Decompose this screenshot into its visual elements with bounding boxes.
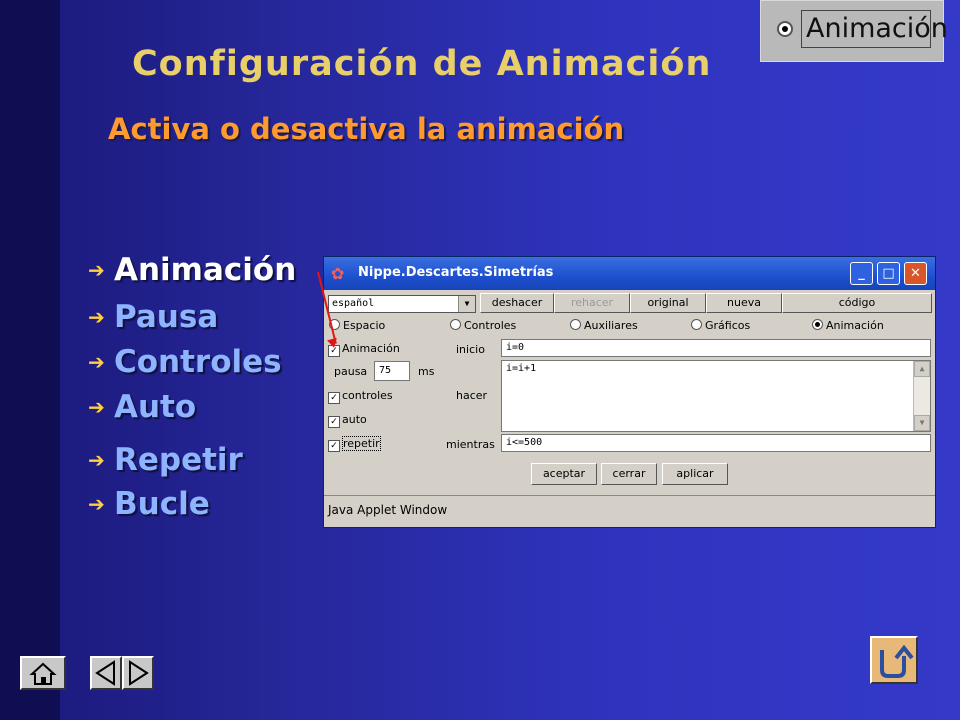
slide-subtitle: Activa o desactiva la animación bbox=[108, 112, 625, 146]
arrow-icon: ➔ bbox=[88, 258, 105, 282]
deshacer-button[interactable]: deshacer bbox=[480, 293, 554, 313]
menu-item-bucle[interactable]: ➔ Bucle bbox=[88, 486, 210, 522]
menu-item-auto[interactable]: ➔ Auto bbox=[88, 389, 196, 425]
window-titlebar[interactable]: ✿ Nippe.Descartes.Simetrías _ □ ✕ bbox=[324, 257, 935, 290]
aceptar-button[interactable]: aceptar bbox=[531, 463, 597, 485]
menu-item-label: Bucle bbox=[114, 486, 210, 522]
tab-graficos[interactable]: Gráficos bbox=[691, 319, 750, 332]
nueva-button[interactable]: nueva bbox=[706, 293, 782, 313]
scroll-down-icon[interactable]: ▼ bbox=[914, 415, 930, 431]
menu-item-label: Controles bbox=[114, 344, 282, 380]
check-icon: ✓ bbox=[328, 392, 340, 404]
minimize-button[interactable]: _ bbox=[850, 262, 873, 285]
prev-button[interactable] bbox=[90, 656, 122, 690]
window-title: Nippe.Descartes.Simetrías bbox=[358, 265, 554, 280]
corner-badge: Animación bbox=[760, 0, 948, 62]
arrow-icon: ➔ bbox=[88, 448, 105, 472]
pausa-label: pausa bbox=[334, 365, 368, 378]
check-icon: ✓ bbox=[328, 416, 340, 428]
rehacer-button[interactable]: rehacer bbox=[554, 293, 630, 313]
menu-item-repetir[interactable]: ➔ Repetir bbox=[88, 442, 243, 478]
tab-label: Animación bbox=[826, 319, 884, 332]
tab-auxiliares[interactable]: Auxiliares bbox=[570, 319, 638, 332]
tab-label: Espacio bbox=[343, 319, 386, 332]
arrow-icon: ➔ bbox=[88, 305, 105, 329]
mientras-input[interactable]: i<=500 bbox=[501, 434, 931, 452]
menu-item-label: Repetir bbox=[114, 442, 243, 478]
radio-icon bbox=[777, 21, 793, 37]
home-button[interactable] bbox=[20, 656, 66, 690]
slide-title: Configuración de Animación bbox=[132, 44, 712, 84]
original-button[interactable]: original bbox=[630, 293, 706, 313]
inicio-input[interactable]: i=0 bbox=[501, 339, 931, 357]
arrow-icon: ➔ bbox=[88, 395, 105, 419]
triangle-left-icon bbox=[95, 660, 115, 686]
menu-item-label: Pausa bbox=[114, 299, 219, 335]
hacer-textarea[interactable]: i=i+1 ▲ ▼ bbox=[501, 360, 931, 432]
menu-item-label: Auto bbox=[114, 389, 197, 425]
hacer-value: i=i+1 bbox=[506, 363, 537, 374]
radio-icon bbox=[570, 319, 581, 330]
repetir-checkbox[interactable]: ✓ repetir bbox=[328, 436, 381, 452]
maximize-button[interactable]: □ bbox=[877, 262, 900, 285]
controles-checkbox[interactable]: ✓ controles bbox=[328, 389, 393, 404]
auto-checkbox[interactable]: ✓ auto bbox=[328, 413, 367, 428]
check-icon: ✓ bbox=[328, 440, 340, 452]
scrollbar[interactable]: ▲ ▼ bbox=[913, 361, 930, 431]
codigo-button[interactable]: código bbox=[782, 293, 932, 313]
tab-animacion[interactable]: Animación bbox=[812, 319, 884, 332]
tab-label: Controles bbox=[464, 319, 517, 332]
mientras-label: mientras bbox=[446, 438, 495, 451]
home-icon bbox=[29, 662, 57, 685]
next-button[interactable] bbox=[122, 656, 154, 690]
triangle-right-icon bbox=[129, 660, 149, 686]
checkbox-label: Animación bbox=[342, 342, 400, 355]
status-bar: Java Applet Window bbox=[328, 503, 448, 517]
cerrar-button[interactable]: cerrar bbox=[601, 463, 657, 485]
checkbox-label: auto bbox=[342, 413, 367, 426]
hacer-label: hacer bbox=[456, 389, 488, 402]
inicio-label: inicio bbox=[456, 343, 485, 356]
tab-label: Auxiliares bbox=[584, 319, 638, 332]
tab-controles[interactable]: Controles bbox=[450, 319, 516, 332]
close-button[interactable]: ✕ bbox=[904, 262, 927, 285]
tab-label: Gráficos bbox=[705, 319, 751, 332]
menu-item-animacion[interactable]: ➔ Animación bbox=[88, 252, 296, 288]
language-value: español bbox=[332, 298, 375, 309]
radio-icon bbox=[450, 319, 461, 330]
animacion-checkbox[interactable]: ✓ Animación bbox=[328, 342, 400, 357]
language-select[interactable]: español ▼ bbox=[328, 295, 476, 313]
left-band bbox=[0, 0, 60, 720]
pausa-input[interactable]: 75 bbox=[374, 361, 410, 381]
checkbox-label: controles bbox=[342, 389, 393, 402]
radio-selected-icon bbox=[812, 319, 823, 330]
app-icon: ✿ bbox=[331, 264, 345, 283]
menu-item-controles[interactable]: ➔ Controles bbox=[88, 344, 282, 380]
menu-item-label: Animación bbox=[114, 252, 297, 288]
radio-icon bbox=[691, 319, 702, 330]
menu-item-pausa[interactable]: ➔ Pausa bbox=[88, 299, 218, 335]
tab-espacio[interactable]: Espacio bbox=[329, 319, 385, 332]
arrow-icon: ➔ bbox=[88, 492, 105, 516]
aplicar-button[interactable]: aplicar bbox=[662, 463, 728, 485]
u-turn-icon bbox=[880, 644, 914, 678]
checkbox-label: repetir bbox=[342, 436, 381, 451]
chevron-down-icon: ▼ bbox=[458, 296, 475, 312]
ms-label: ms bbox=[418, 365, 435, 378]
corner-badge-label: Animación bbox=[801, 10, 948, 48]
divider bbox=[324, 495, 935, 496]
scroll-up-icon[interactable]: ▲ bbox=[914, 361, 930, 377]
applet-window: ✿ Nippe.Descartes.Simetrías _ □ ✕ españo… bbox=[323, 256, 936, 528]
arrow-icon: ➔ bbox=[88, 350, 105, 374]
return-button[interactable] bbox=[870, 636, 918, 684]
